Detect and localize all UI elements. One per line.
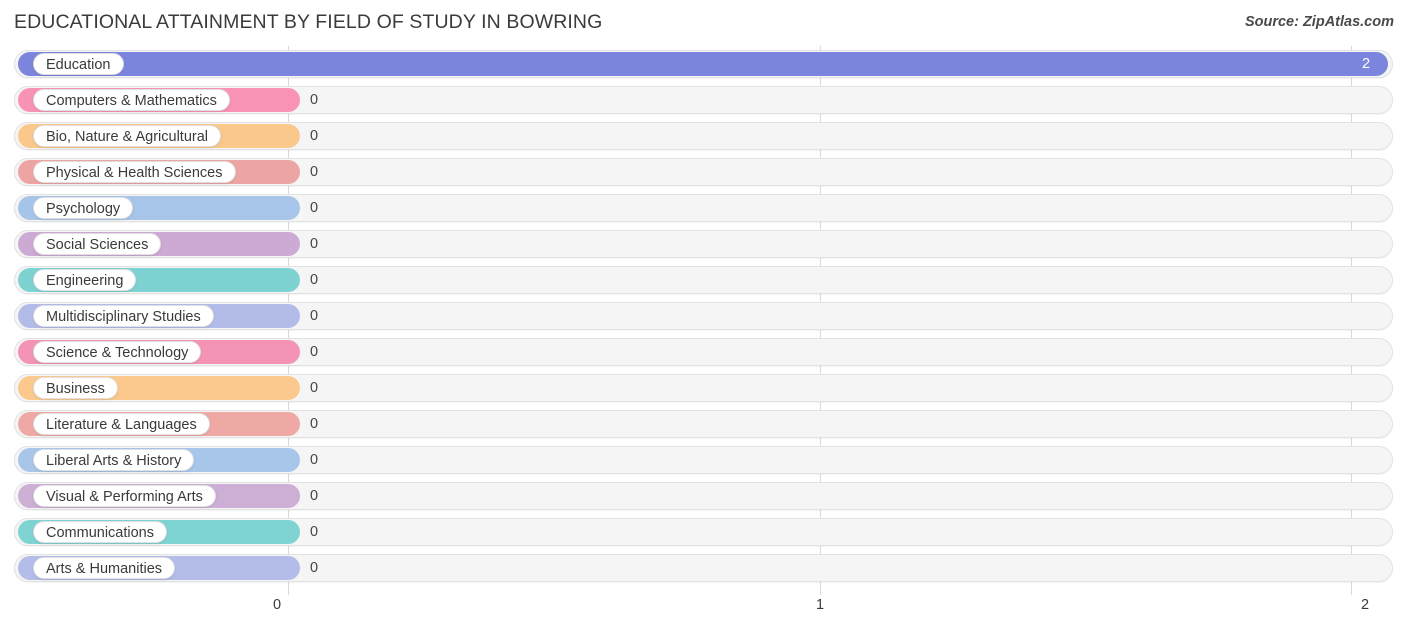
x-axis-tick-label: 2 (1360, 597, 1370, 613)
bar-value-label: 0 (310, 344, 319, 360)
bar-value-label: 2 (1362, 56, 1371, 72)
bar-category-label: Arts & Humanities (33, 557, 176, 579)
chart-row: Psychology 0 (0, 190, 1406, 226)
chart-row: Computers & Mathematics 0 (0, 82, 1406, 118)
x-axis-tick-label: 0 (272, 597, 282, 613)
bar-category-label: Physical & Health Sciences (33, 161, 236, 183)
bar-value-label: 0 (310, 416, 319, 432)
bar-value-label: 0 (310, 380, 319, 396)
chart-row: Visual & Performing Arts 0 (0, 478, 1406, 514)
page-title: EDUCATIONAL ATTAINMENT BY FIELD OF STUDY… (14, 11, 603, 33)
chart-row: Bio, Nature & Agricultural 0 (0, 118, 1406, 154)
bar-category-label: Science & Technology (33, 341, 202, 363)
chart-row: Education 2 (0, 46, 1406, 82)
bar-value-label: 0 (310, 488, 319, 504)
bar-category-label: Bio, Nature & Agricultural (33, 125, 221, 147)
chart-row: Social Sciences 0 (0, 226, 1406, 262)
bar-value-label: 0 (310, 236, 319, 252)
bar-category-label: Engineering (33, 269, 137, 291)
bar-value-label: 0 (310, 128, 319, 144)
x-axis: 0 1 2 (0, 595, 1406, 632)
chart-bar-rows: Education 2 Computers & Mathematics 0 Bio, N… (0, 46, 1406, 586)
bar-value-label: 0 (310, 92, 319, 108)
bar-category-label: Communications (33, 521, 167, 543)
bar-category-label: Education (33, 53, 124, 75)
bar-value-label: 0 (310, 560, 319, 576)
chart-plot-area: Education 2 Computers & Mathematics 0 Bio, N… (0, 46, 1406, 595)
bar-category-label: Psychology (33, 197, 134, 219)
bar-category-label: Literature & Languages (33, 413, 210, 435)
bar-category-label: Business (33, 377, 118, 399)
bar-value-label: 0 (310, 452, 319, 468)
bar-category-label: Multidisciplinary Studies (33, 305, 214, 327)
chart-row: Arts & Humanities 0 (0, 550, 1406, 586)
bar-category-label: Visual & Performing Arts (33, 485, 216, 507)
chart-row: Engineering 0 (0, 262, 1406, 298)
chart-row: Physical & Health Sciences 0 (0, 154, 1406, 190)
bar-value-label: 0 (310, 308, 319, 324)
bar-category-label: Social Sciences (33, 233, 162, 255)
chart-row: Communications 0 (0, 514, 1406, 550)
bar-value-label: 0 (310, 164, 319, 180)
chart-row: Literature & Languages 0 (0, 406, 1406, 442)
bar-category-label: Computers & Mathematics (33, 89, 230, 111)
bar[interactable] (18, 52, 1388, 76)
chart-row: Business 0 (0, 370, 1406, 406)
bar-value-label: 0 (310, 272, 319, 288)
chart-row: Liberal Arts & History 0 (0, 442, 1406, 478)
bar-category-label: Liberal Arts & History (33, 449, 195, 471)
bar-value-label: 0 (310, 524, 319, 540)
x-axis-tick-label: 1 (815, 597, 825, 613)
chart-header: EDUCATIONAL ATTAINMENT BY FIELD OF STUDY… (0, 0, 1406, 46)
bar-value-label: 0 (310, 200, 319, 216)
source-attribution: Source: ZipAtlas.com (1244, 14, 1394, 30)
chart-row: Multidisciplinary Studies 0 (0, 298, 1406, 334)
chart-row: Science & Technology 0 (0, 334, 1406, 370)
